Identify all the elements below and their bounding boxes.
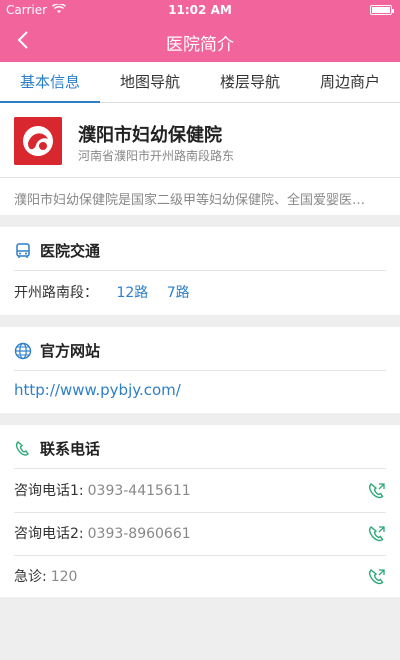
traffic-card: 医院交通 开州路南段： 12路 7路 (0, 227, 400, 315)
website-title: 官方网站 (40, 342, 101, 360)
divider (14, 270, 386, 271)
phone-label: 咨询电话1: (14, 483, 84, 499)
hospital-logo (14, 117, 62, 165)
tab-nearby-merchants[interactable]: 周边商户 (300, 62, 400, 102)
top-bar: Carrier 11:02 AM 医院简介 (0, 0, 400, 62)
phone-icon (15, 441, 29, 456)
bus-route[interactable]: 7路 (167, 285, 190, 301)
contact-header: 联系电话 (14, 437, 100, 461)
divider (14, 370, 386, 371)
tab-map-navigation[interactable]: 地图导航 (100, 62, 200, 102)
hospital-description[interactable]: 濮阳市妇幼保健院是国家二级甲等妇幼保健院、全国爱婴医… (14, 189, 386, 208)
stop-name: 开州路南段： (14, 285, 98, 301)
phone-row[interactable]: 咨询电话1: 0393-4415611 (14, 470, 386, 512)
traffic-header: 医院交通 (14, 239, 100, 263)
website-header: 官方网站 (14, 339, 100, 363)
tab-basic-info[interactable]: 基本信息 (0, 62, 100, 103)
contact-card: 联系电话 咨询电话1: 0393-4415611 咨询电话2: 0393-89606… (0, 425, 400, 597)
phone-label: 咨询电话2: (14, 526, 84, 542)
contact-title: 联系电话 (40, 440, 101, 458)
nav-bar: 医院简介 (0, 20, 400, 62)
phone-label: 急诊: (14, 569, 47, 585)
call-icon[interactable] (368, 568, 386, 586)
clock: 11:02 AM (168, 3, 232, 17)
tab-bar: 基本信息 地图导航 楼层导航 周边商户 (0, 62, 400, 103)
page-title: 医院简介 (166, 35, 234, 55)
phone-row[interactable]: 急诊: 120 (14, 556, 386, 598)
website-link[interactable]: http://www.pybjy.com/ (14, 381, 181, 399)
traffic-title: 医院交通 (40, 242, 101, 260)
phone-row[interactable]: 咨询电话2: 0393-8960661 (14, 513, 386, 555)
hospital-address: 河南省濮阳市开州路南段路东 (78, 149, 235, 163)
bus-route[interactable]: 12路 (116, 285, 148, 301)
battery-icon (370, 5, 394, 15)
phone-number: 0393-8960661 (87, 526, 191, 542)
website-card: 官方网站 http://www.pybjy.com/ (0, 327, 400, 413)
globe-icon (14, 342, 32, 360)
call-icon[interactable] (368, 525, 386, 543)
bus-icon (16, 243, 30, 258)
status-bar: Carrier 11:02 AM (0, 0, 400, 20)
traffic-row: 开州路南段： 12路 7路 (14, 281, 190, 305)
tab-floor-navigation[interactable]: 楼层导航 (200, 62, 300, 102)
call-icon[interactable] (368, 482, 386, 500)
divider (0, 177, 400, 178)
divider (14, 468, 386, 469)
hospital-name: 濮阳市妇幼保健院 (78, 125, 222, 146)
phone-number: 120 (50, 569, 78, 585)
hospital-card: 濮阳市妇幼保健院 河南省濮阳市开州路南段路东 濮阳市妇幼保健院是国家二级甲等妇幼… (0, 103, 400, 215)
phone-number: 0393-4415611 (87, 483, 191, 499)
